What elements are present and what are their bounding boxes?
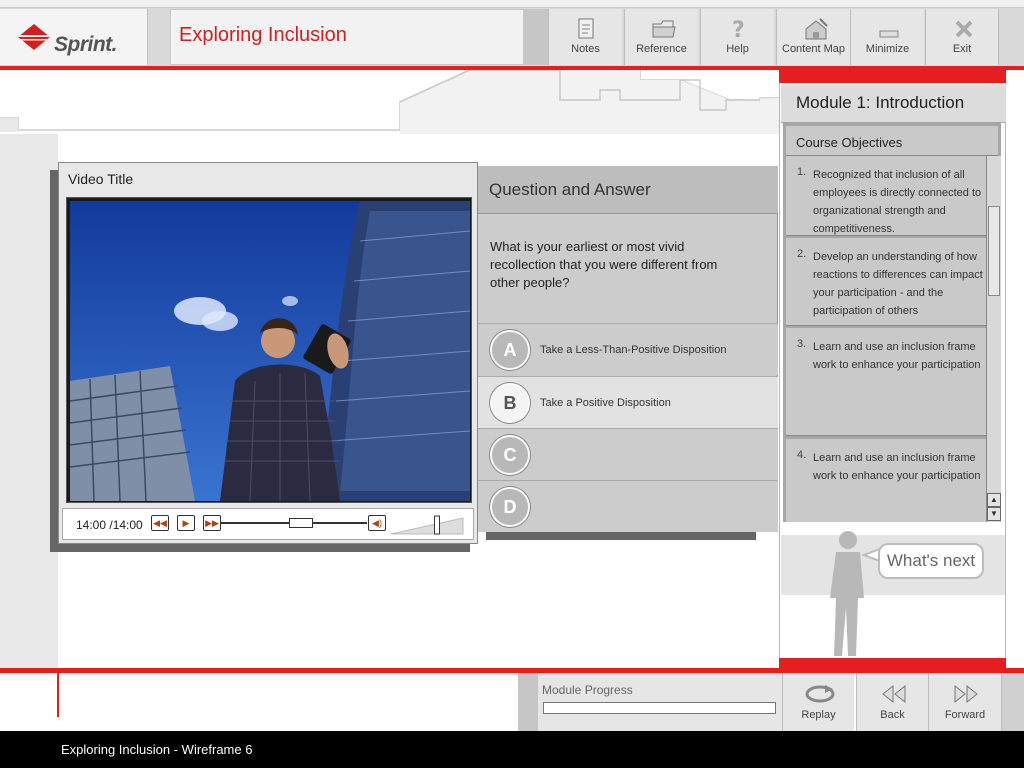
objective-number: 4.	[797, 449, 807, 461]
help-label: Help	[726, 43, 749, 55]
back-label: Back	[880, 709, 905, 721]
course-objectives-panel: Course Objectives 1. Recognized that inc…	[783, 122, 1001, 522]
back-button[interactable]: Back	[856, 673, 928, 731]
notes-label: Notes	[571, 43, 600, 55]
objective-number: 3.	[797, 338, 807, 350]
scroll-down-button[interactable]: ▼	[987, 507, 1001, 521]
reference-label: Reference	[636, 43, 687, 55]
whats-next-button[interactable]: What's next	[878, 543, 984, 579]
replay-icon	[805, 685, 835, 703]
help-icon: ?	[732, 18, 745, 43]
logo-box: Sprint.	[0, 9, 148, 65]
toolbar-divider	[524, 9, 548, 65]
video-frame	[66, 197, 472, 503]
objective-item: 2. Develop an understanding of how react…	[786, 238, 986, 326]
bottom-end-cap	[1002, 673, 1024, 731]
option-letter: D	[490, 487, 530, 527]
objective-number: 1.	[797, 166, 807, 178]
qa-title: Question and Answer	[489, 180, 651, 199]
video-window: Video Title 14:00 /14:00 ◀◀ ▶ ▶▶ ◀)	[58, 162, 478, 544]
objective-text: Learn and use an inclusion frame work to…	[813, 341, 981, 371]
exit-button[interactable]: Exit	[925, 9, 999, 65]
objective-text: Recognized that inclusion of all employe…	[813, 169, 982, 235]
person-silhouette-icon	[830, 531, 864, 656]
objective-item: 4. Learn and use an inclusion frame work…	[786, 439, 986, 522]
video-time: 14:00 /14:00	[76, 518, 143, 532]
footer-text: Exploring Inclusion - Wireframe 6	[61, 742, 253, 757]
question-answer-panel: Question and Answer What is your earlies…	[478, 166, 778, 532]
option-text: Take a Less-Than-Positive Disposition	[540, 344, 727, 356]
module-panel-accent	[779, 70, 1006, 83]
progress-label: Module Progress	[542, 683, 633, 697]
forward-icon	[954, 684, 978, 704]
objective-text: Develop an understanding of how reaction…	[813, 251, 983, 317]
module-progress: Module Progress	[538, 673, 782, 731]
progress-bar	[543, 702, 776, 714]
content-map-button[interactable]: Content Map	[776, 9, 850, 65]
qa-shadow	[486, 532, 756, 540]
scroll-up-button[interactable]: ▲	[987, 493, 1001, 507]
objectives-title: Course Objectives	[796, 135, 903, 150]
objective-item: 1. Recognized that inclusion of all empl…	[786, 156, 986, 236]
volume-slider[interactable]	[391, 514, 465, 536]
objectives-scrollbar[interactable]: ▲ ▼	[986, 156, 1001, 522]
sprint-logo-icon	[18, 24, 50, 50]
option-letter: A	[490, 330, 530, 370]
option-letter: B	[490, 383, 530, 423]
forward-label: Forward	[944, 709, 986, 721]
answer-option-c[interactable]: C	[478, 428, 778, 480]
course-title: Exploring Inclusion	[179, 24, 347, 46]
fast-forward-button[interactable]: ▶▶	[203, 515, 221, 531]
left-band-cap	[0, 118, 18, 132]
notes-icon	[578, 18, 594, 39]
scrollbar-thumb[interactable]	[988, 206, 1000, 296]
back-icon	[882, 684, 906, 704]
video-title: Video Title	[68, 171, 134, 187]
folder-icon	[652, 20, 676, 38]
reference-button[interactable]: Reference	[624, 9, 698, 65]
rewind-button[interactable]: ◀◀	[151, 515, 169, 531]
replay-button[interactable]: Replay	[782, 673, 854, 731]
objective-text: Learn and use an inclusion frame work to…	[813, 452, 981, 482]
top-strip	[0, 0, 1024, 8]
option-letter: C	[490, 435, 530, 475]
qa-question: What is your earliest or most vivid reco…	[490, 239, 718, 290]
video-still-image	[70, 201, 470, 501]
exit-label: Exit	[952, 43, 972, 55]
module-title-box: Module 1: Introduction	[781, 85, 1006, 123]
bottom-divider	[518, 673, 538, 731]
replay-label: Replay	[801, 709, 836, 721]
bottom-red-marker	[57, 673, 59, 717]
option-text: Take a Positive Disposition	[540, 397, 671, 409]
help-button[interactable]: ? Help	[700, 9, 774, 65]
answer-option-d[interactable]: D	[478, 480, 778, 532]
close-icon	[955, 20, 973, 38]
minimize-icon	[879, 30, 899, 38]
minimize-label: Minimize	[865, 43, 910, 55]
left-margin-band	[0, 134, 58, 668]
module-title: Module 1: Introduction	[796, 93, 965, 112]
seek-handle[interactable]	[289, 518, 314, 528]
video-controls: 14:00 /14:00 ◀◀ ▶ ▶▶ ◀)	[62, 508, 474, 540]
video-player[interactable]	[70, 201, 470, 501]
skyline-graphic	[0, 70, 780, 134]
qa-header: Question and Answer	[478, 166, 778, 214]
forward-button[interactable]: Forward	[928, 673, 1002, 731]
answer-option-a[interactable]: A Take a Less-Than-Positive Disposition	[478, 323, 778, 375]
svg-text:?: ?	[732, 18, 745, 43]
objectives-header: Course Objectives	[786, 126, 998, 156]
content-map-icon	[805, 18, 828, 40]
module-panel-bottom-accent	[779, 658, 1006, 668]
objective-number: 2.	[797, 248, 807, 260]
brand-logo-text: Sprint.	[54, 33, 118, 56]
minimize-button[interactable]: Minimize	[850, 9, 924, 65]
footer-bar: Exploring Inclusion - Wireframe 6	[0, 731, 1024, 768]
content-map-label: Content Map	[782, 43, 845, 55]
course-title-box: Exploring Inclusion	[170, 9, 524, 65]
play-button[interactable]: ▶	[177, 515, 195, 531]
volume-button[interactable]: ◀)	[368, 515, 386, 531]
answer-option-b[interactable]: B Take a Positive Disposition	[478, 376, 778, 428]
objective-item: 3. Learn and use an inclusion frame work…	[786, 328, 986, 436]
notes-button[interactable]: Notes	[548, 9, 622, 65]
